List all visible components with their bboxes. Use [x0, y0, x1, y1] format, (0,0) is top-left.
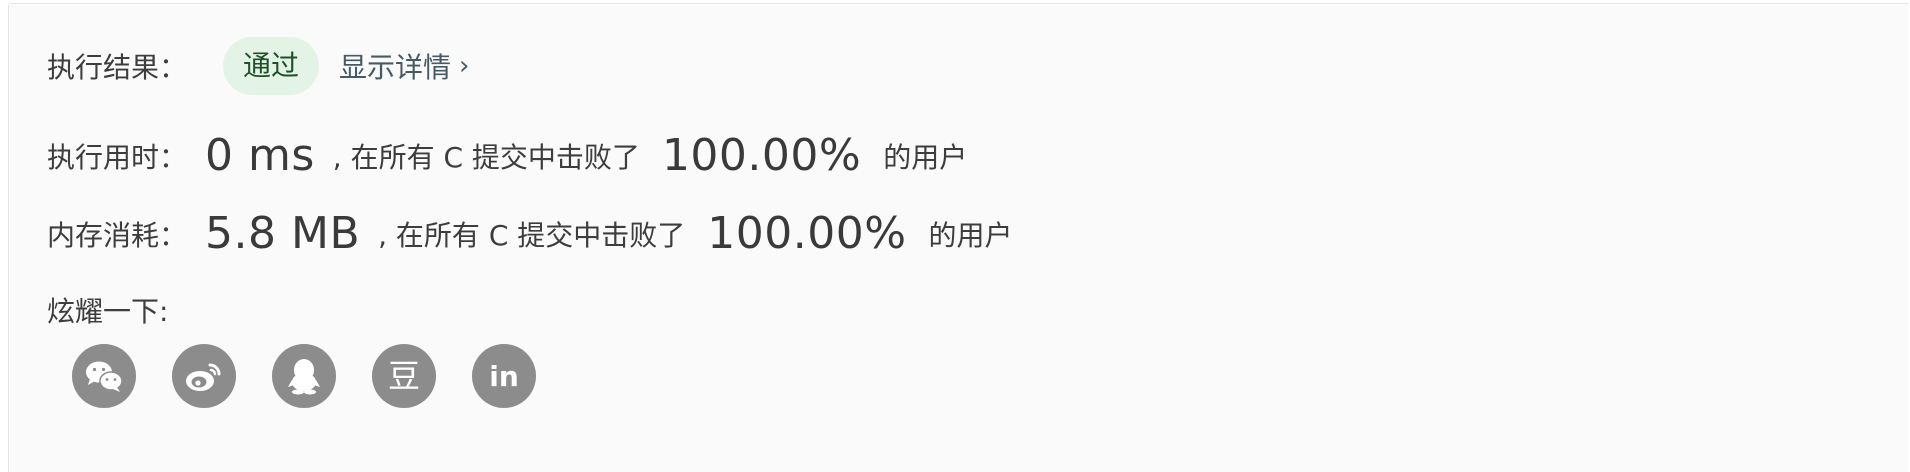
share-label: 炫耀一下: [47, 295, 169, 328]
runtime-mid-text: , 在所有 C 提交中击败了 [332, 140, 640, 174]
memory-row: 内存消耗： 5.8 MB , 在所有 C 提交中击败了 100.00% 的用户 [47, 208, 1013, 259]
share-weibo-button[interactable] [172, 344, 236, 408]
runtime-suffix: 的用户 [883, 140, 968, 174]
svg-text:in: in [489, 360, 519, 393]
weibo-icon [186, 363, 221, 391]
memory-label: 内存消耗： [47, 218, 188, 252]
share-douban-button[interactable]: 豆 [372, 344, 436, 408]
status-badge: 通过 [223, 37, 320, 95]
runtime-row: 执行用时： 0 ms , 在所有 C 提交中击败了 100.00% 的用户 [47, 130, 967, 181]
qq-icon [288, 359, 320, 395]
wechat-icon [86, 361, 123, 392]
result-label: 执行结果： [47, 51, 188, 84]
show-details-label: 显示详情 [339, 51, 452, 84]
runtime-value: 0 ms [205, 130, 315, 181]
memory-value: 5.8 MB [205, 208, 361, 259]
chevron-right-icon: › [459, 51, 470, 81]
memory-suffix: 的用户 [928, 218, 1013, 252]
share-wechat-button[interactable] [72, 344, 136, 408]
result-row: 执行结果： 通过 显示详情 › [47, 37, 469, 95]
douban-icon: 豆 [388, 357, 420, 395]
runtime-label: 执行用时： [47, 140, 188, 174]
linkedin-icon: in [489, 360, 519, 393]
runtime-percent: 100.00% [661, 130, 862, 181]
show-details-link[interactable]: 显示详情 › [339, 46, 469, 86]
memory-mid-text: , 在所有 C 提交中击败了 [378, 218, 686, 252]
share-buttons: 豆 in [72, 344, 572, 408]
share-row-label: 炫耀一下: [47, 290, 168, 330]
submission-result-panel: 执行结果： 通过 显示详情 › 执行用时： 0 ms , 在所有 C 提交中击败… [8, 3, 1908, 472]
share-linkedin-button[interactable]: in [472, 344, 536, 408]
share-qq-button[interactable] [272, 344, 336, 408]
memory-percent: 100.00% [707, 208, 907, 259]
svg-text:豆: 豆 [388, 357, 420, 395]
